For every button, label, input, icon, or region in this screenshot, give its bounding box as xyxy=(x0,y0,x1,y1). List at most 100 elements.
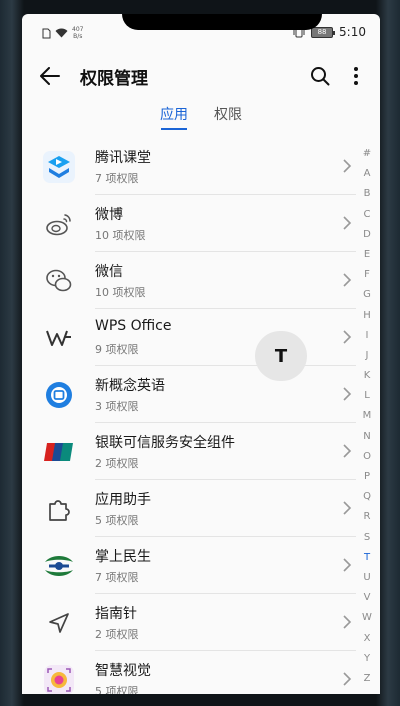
chevron-right-icon xyxy=(343,615,352,629)
app-list: 腾讯课堂 7 项权限 微博 10 项权限 微信 10 项权限 WPS Offic… xyxy=(22,138,356,694)
app-permission-count: 2 项权限 xyxy=(95,457,139,470)
alphabet-index-bar[interactable]: # A B C D E F G H I J K L M N O P Q R S T U V W X Y Z xyxy=(360,144,374,689)
more-vertical-icon xyxy=(354,67,358,85)
index-letter[interactable]: # xyxy=(360,144,374,164)
phone-frame: 407 B/s 88 5:10 权限管理 应用 权限 腾讯课堂 7 项权限 微博… xyxy=(0,0,400,706)
index-letter[interactable]: F xyxy=(360,265,374,285)
app-item-new-concept-english[interactable]: 新概念英语 3 项权限 xyxy=(22,366,356,423)
app-item-app-assistant[interactable]: 应用助手 5 项权限 xyxy=(22,480,356,537)
app-item-ai-lens[interactable]: 智慧视觉 5 项权限 xyxy=(22,651,356,694)
page-title: 权限管理 xyxy=(80,69,148,89)
app-permission-count: 5 项权限 xyxy=(95,514,139,527)
tab-permissions-label: 权限 xyxy=(214,107,242,123)
app-item-wechat[interactable]: 微信 10 项权限 xyxy=(22,252,356,309)
index-letter[interactable]: U xyxy=(360,568,374,588)
app-name: 新概念英语 xyxy=(95,378,165,394)
app-name: 腾讯课堂 xyxy=(95,150,151,166)
cmbc-icon xyxy=(42,549,76,583)
status-left: 407 B/s xyxy=(42,26,83,40)
app-name: WPS Office xyxy=(95,318,172,334)
more-options-button[interactable] xyxy=(342,62,370,90)
index-letter[interactable]: P xyxy=(360,467,374,487)
index-letter[interactable]: A xyxy=(360,164,374,184)
index-letter[interactable]: N xyxy=(360,427,374,447)
chevron-right-icon xyxy=(343,444,352,458)
app-item-weibo[interactable]: 微博 10 项权限 xyxy=(22,195,356,252)
index-letter[interactable]: E xyxy=(360,245,374,265)
index-letter[interactable]: Y xyxy=(360,649,374,669)
tab-apps-label: 应用 xyxy=(160,107,188,123)
index-letter[interactable]: X xyxy=(360,629,374,649)
back-button[interactable] xyxy=(36,62,64,90)
app-name: 银联可信服务安全组件 xyxy=(95,435,235,451)
app-item-unionpay[interactable]: 银联可信服务安全组件 2 项权限 xyxy=(22,423,356,480)
arrow-left-icon xyxy=(40,67,60,85)
index-letter[interactable]: Q xyxy=(360,487,374,507)
search-icon xyxy=(311,67,330,86)
battery-icon: 88 xyxy=(311,26,336,38)
index-letter[interactable]: T xyxy=(360,548,374,568)
app-name: 微信 xyxy=(95,264,123,280)
ai-lens-icon xyxy=(42,663,76,694)
wps-office-icon xyxy=(42,321,76,355)
app-assistant-icon xyxy=(42,492,76,526)
app-permission-count: 9 项权限 xyxy=(95,343,139,356)
app-permission-count: 3 项权限 xyxy=(95,400,139,413)
index-letter[interactable]: W xyxy=(360,608,374,628)
compass-icon xyxy=(42,606,76,640)
app-permission-count: 10 项权限 xyxy=(95,286,146,299)
chevron-right-icon xyxy=(343,558,352,572)
weibo-icon xyxy=(42,207,76,241)
app-bar: 权限管理 xyxy=(22,50,380,100)
index-letter[interactable]: C xyxy=(360,205,374,225)
tencent-classroom-icon xyxy=(42,150,76,184)
tab-bar: 应用 权限 xyxy=(22,100,380,134)
app-name: 指南针 xyxy=(95,606,137,622)
app-permission-count: 5 项权限 xyxy=(95,685,139,694)
index-letter[interactable]: O xyxy=(360,447,374,467)
network-speed-value: 407 xyxy=(72,26,84,33)
index-letter[interactable]: L xyxy=(360,386,374,406)
index-letter[interactable]: D xyxy=(360,225,374,245)
chevron-right-icon xyxy=(343,501,352,515)
app-item-tencent-classroom[interactable]: 腾讯课堂 7 项权限 xyxy=(22,138,356,195)
app-item-cmbc[interactable]: 掌上民生 7 项权限 xyxy=(22,537,356,594)
tab-permissions[interactable]: 权限 xyxy=(214,104,242,130)
chevron-right-icon xyxy=(343,387,352,401)
chevron-right-icon xyxy=(343,273,352,287)
index-letter-bubble: T xyxy=(255,331,307,381)
index-letter[interactable]: Z xyxy=(360,669,374,689)
app-permission-count: 7 项权限 xyxy=(95,172,139,185)
app-permission-count: 10 项权限 xyxy=(95,229,146,242)
sim-icon xyxy=(42,28,51,38)
app-name: 智慧视觉 xyxy=(95,663,151,679)
new-concept-english-icon xyxy=(42,378,76,412)
wechat-icon xyxy=(42,264,76,298)
index-letter[interactable]: I xyxy=(360,326,374,346)
network-speed-unit: B/s xyxy=(73,33,83,40)
index-letter[interactable]: M xyxy=(360,406,374,426)
index-letter[interactable]: V xyxy=(360,588,374,608)
camera-notch xyxy=(122,14,322,30)
tab-apps[interactable]: 应用 xyxy=(160,104,188,130)
unionpay-icon xyxy=(42,435,76,469)
clock: 5:10 xyxy=(339,25,366,39)
index-letter[interactable]: G xyxy=(360,285,374,305)
index-letter[interactable]: S xyxy=(360,528,374,548)
screen: 407 B/s 88 5:10 权限管理 应用 权限 腾讯课堂 7 项权限 微博… xyxy=(22,14,380,694)
app-name: 微博 xyxy=(95,207,123,223)
app-permission-count: 7 项权限 xyxy=(95,571,139,584)
index-letter[interactable]: H xyxy=(360,306,374,326)
app-item-compass[interactable]: 指南针 2 项权限 xyxy=(22,594,356,651)
app-permission-count: 2 项权限 xyxy=(95,628,139,641)
index-letter[interactable]: R xyxy=(360,507,374,527)
chevron-right-icon xyxy=(343,672,352,686)
wifi-icon xyxy=(55,28,68,38)
chevron-right-icon xyxy=(343,159,352,173)
index-letter[interactable]: K xyxy=(360,366,374,386)
search-button[interactable] xyxy=(306,62,334,90)
app-name: 掌上民生 xyxy=(95,549,151,565)
tab-indicator xyxy=(161,128,187,130)
index-letter[interactable]: J xyxy=(360,346,374,366)
index-letter[interactable]: B xyxy=(360,184,374,204)
